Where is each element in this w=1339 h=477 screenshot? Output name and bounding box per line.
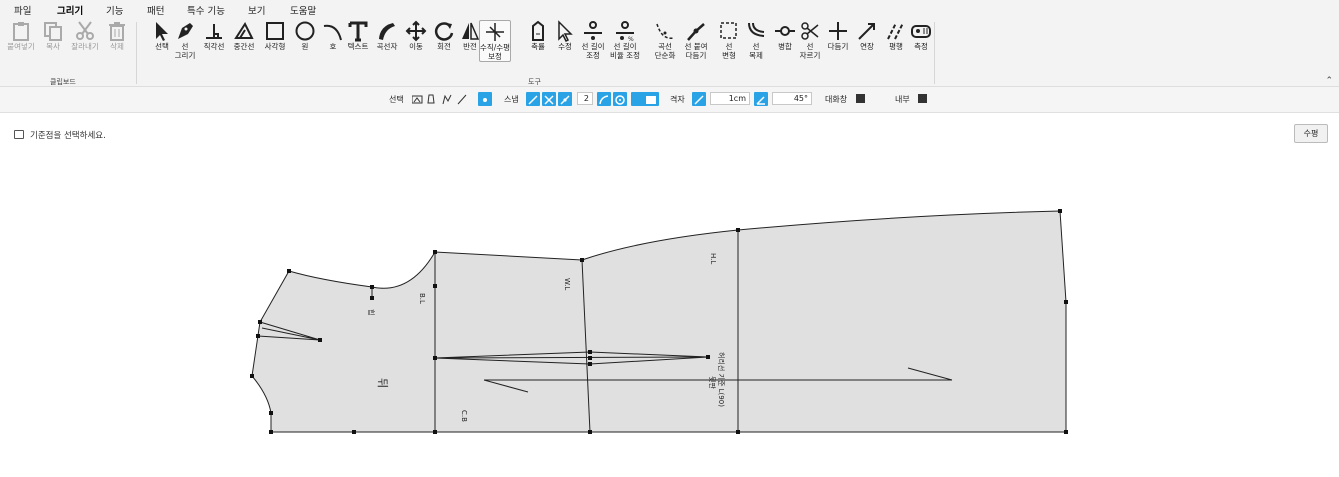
hip-label: 힙 <box>367 309 376 315</box>
waist-line-label: W.L <box>563 278 571 290</box>
bust-line-label: B.L <box>418 293 426 304</box>
hip-line-label: H.L <box>709 253 717 264</box>
piece-note-line1: 허리선 기준 L(90) <box>717 352 726 407</box>
center-back-label: C.B <box>460 410 468 422</box>
piece-note-line2: 뒷판 <box>708 376 717 389</box>
pattern-piece: B.L W.L H.L C.B 힙 뒤 허리선 기준 L(90) 뒷판 <box>250 209 1068 434</box>
back-piece-label: 뒤 <box>376 378 389 388</box>
pattern-outline[interactable] <box>251 210 1067 433</box>
